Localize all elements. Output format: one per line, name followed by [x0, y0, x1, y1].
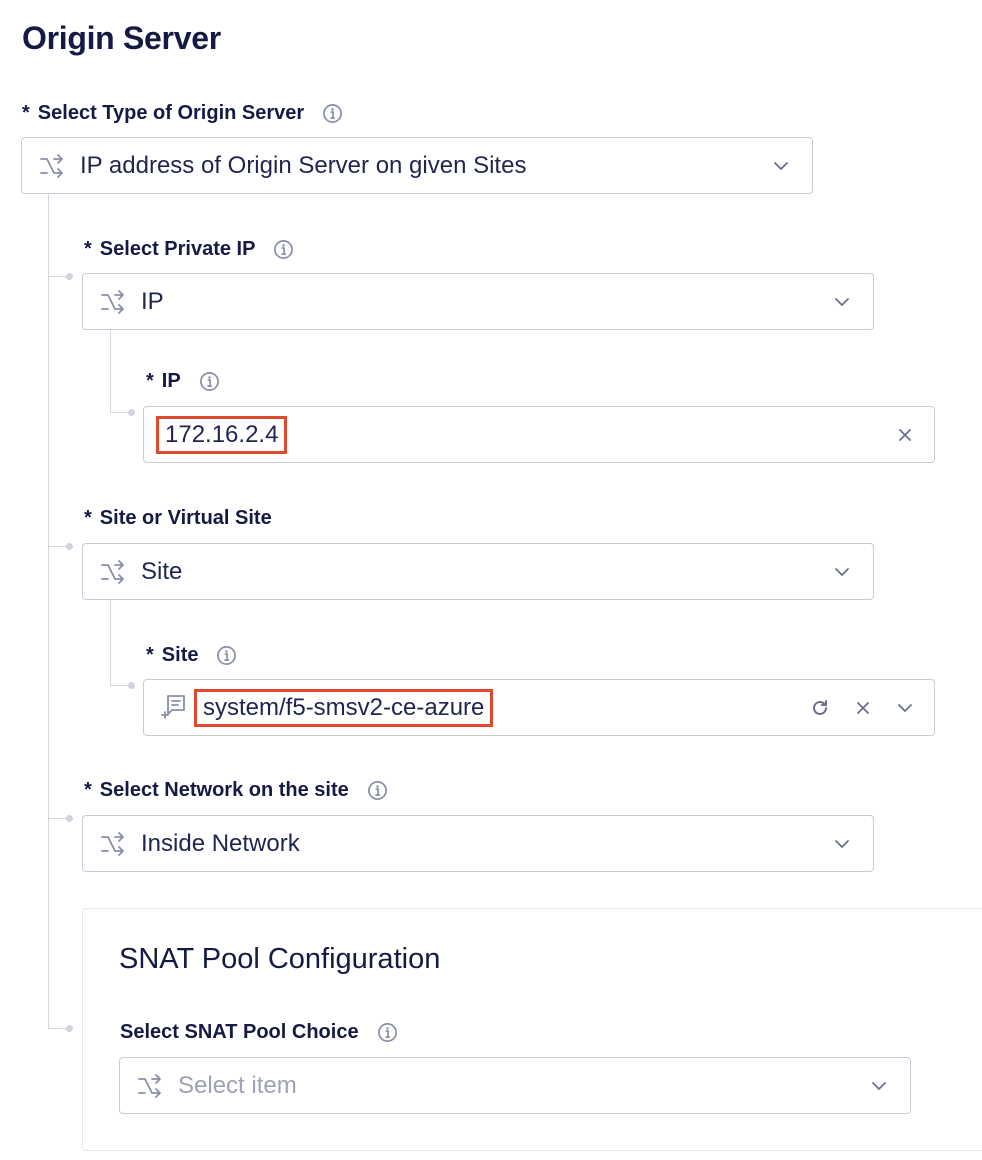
- snat-choice-select[interactable]: Select item: [119, 1057, 911, 1114]
- site-label-text: Site: [161, 644, 199, 666]
- tree-dot: [128, 682, 135, 689]
- chevron-down-icon[interactable]: [833, 563, 851, 581]
- choice-icon: [36, 150, 68, 182]
- tree-line: [110, 599, 111, 685]
- site-or-virtual-value: Site: [141, 557, 183, 585]
- private-ip-select[interactable]: IP: [82, 273, 874, 330]
- tree-line: [110, 329, 111, 412]
- snat-choice-placeholder: Select item: [178, 1071, 297, 1099]
- chevron-down-icon[interactable]: [833, 293, 851, 311]
- clear-icon[interactable]: [854, 699, 872, 717]
- choice-icon: [97, 286, 129, 318]
- tree-branch: [48, 818, 68, 819]
- network-label-text: Select Network on the site: [99, 779, 349, 801]
- tree-branch: [48, 276, 68, 277]
- private-ip-label-text: Select Private IP: [99, 238, 256, 260]
- info-icon[interactable]: [322, 103, 343, 124]
- required-marker: *: [146, 370, 154, 392]
- info-icon[interactable]: [216, 645, 237, 666]
- site-or-virtual-select[interactable]: Site: [82, 543, 874, 600]
- required-marker: *: [84, 507, 92, 529]
- info-icon[interactable]: [367, 780, 388, 801]
- required-marker: *: [146, 644, 154, 666]
- choice-icon: [134, 1070, 166, 1102]
- clear-icon[interactable]: [896, 426, 914, 444]
- page-title: Origin Server: [22, 20, 221, 56]
- chevron-down-icon[interactable]: [870, 1077, 888, 1095]
- choice-icon: [97, 556, 129, 588]
- network-label: * Select Network on the site: [84, 779, 388, 802]
- refresh-icon[interactable]: [810, 698, 830, 718]
- required-marker: *: [84, 779, 92, 801]
- tree-branch: [110, 685, 128, 686]
- private-ip-label: * Select Private IP: [84, 238, 294, 261]
- required-marker: *: [22, 102, 30, 124]
- origin-type-select[interactable]: IP address of Origin Server on given Sit…: [21, 137, 813, 194]
- info-icon[interactable]: [377, 1022, 398, 1043]
- ip-value[interactable]: 172.16.2.4: [156, 415, 288, 454]
- tree-branch: [110, 412, 128, 413]
- origin-type-label-text: Select Type of Origin Server: [37, 102, 305, 124]
- origin-type-value: IP address of Origin Server on given Sit…: [80, 151, 527, 179]
- ip-label-text: IP: [161, 370, 181, 392]
- site-label: * Site: [146, 644, 237, 667]
- site-or-virtual-label: * Site or Virtual Site: [84, 507, 272, 530]
- private-ip-value: IP: [141, 287, 164, 315]
- ip-label: * IP: [146, 370, 220, 393]
- network-value: Inside Network: [141, 829, 300, 857]
- site-value[interactable]: system/f5-smsv2-ce-azure: [194, 688, 494, 727]
- tree-dot: [128, 409, 135, 416]
- tree-dot: [66, 815, 73, 822]
- chevron-down-icon[interactable]: [772, 157, 790, 175]
- tree-branch: [48, 546, 68, 547]
- info-icon[interactable]: [273, 239, 294, 260]
- object-ref-icon: [158, 692, 190, 724]
- tree-dot: [66, 1025, 73, 1032]
- info-icon[interactable]: [199, 371, 220, 392]
- tree-dot: [66, 273, 73, 280]
- snat-choice-label: Select SNAT Pool Choice: [120, 1021, 398, 1044]
- ip-input[interactable]: 172.16.2.4: [143, 406, 935, 463]
- origin-type-label: * Select Type of Origin Server: [22, 102, 343, 125]
- snat-choice-label-text: Select SNAT Pool Choice: [120, 1021, 359, 1043]
- required-marker: *: [84, 238, 92, 260]
- site-select[interactable]: system/f5-smsv2-ce-azure: [143, 679, 935, 736]
- snat-panel-title: SNAT Pool Configuration: [119, 943, 441, 975]
- network-select[interactable]: Inside Network: [82, 815, 874, 872]
- tree-dot: [66, 543, 73, 550]
- chevron-down-icon[interactable]: [896, 699, 914, 717]
- site-or-virtual-label-text: Site or Virtual Site: [99, 507, 272, 529]
- tree-line: [48, 193, 49, 1028]
- chevron-down-icon[interactable]: [833, 835, 851, 853]
- tree-branch: [48, 1028, 68, 1029]
- choice-icon: [97, 828, 129, 860]
